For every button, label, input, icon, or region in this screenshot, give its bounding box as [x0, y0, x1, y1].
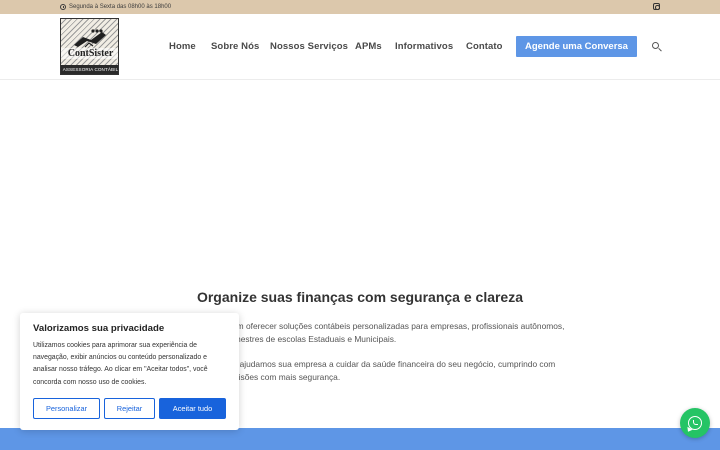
- phone-icon: [692, 420, 698, 425]
- cookie-text: Utilizamos cookies para aprimorar sua ex…: [33, 342, 208, 386]
- schedule-button[interactable]: Agende uma Conversa: [516, 36, 637, 57]
- customize-button[interactable]: Personalizar: [33, 398, 100, 419]
- nav-item-apms[interactable]: APMs: [355, 40, 382, 54]
- site-logo[interactable]: ContSister ASSESSORIA CONTÁBIL: [60, 18, 119, 75]
- nav-item-home[interactable]: Home: [169, 40, 196, 54]
- business-hours-text: Segunda à Sexta das 08h00 às 18h00: [69, 4, 172, 10]
- nav-item-informativos[interactable]: Informativos: [395, 40, 453, 54]
- section-title: Organize suas finanças com segurança e c…: [196, 289, 524, 305]
- instagram-icon[interactable]: [653, 3, 660, 10]
- clock-icon: [60, 4, 66, 10]
- top-bar: Segunda à Sexta das 08h00 às 18h00: [0, 0, 720, 14]
- site-header: ContSister ASSESSORIA CONTÁBIL Home Sobr…: [0, 14, 720, 80]
- cookie-consent-modal: Valorizamos sua privacidade Utilizamos c…: [20, 313, 239, 430]
- logo-subtitle: ASSESSORIA CONTÁBIL: [61, 65, 119, 74]
- cookie-title: Valorizamos sua privacidade: [33, 323, 165, 334]
- blue-section-band: [0, 428, 720, 450]
- accept-all-button[interactable]: Aceitar tudo: [159, 398, 226, 419]
- nav-item-contato[interactable]: Contato: [466, 40, 503, 54]
- search-icon[interactable]: [652, 42, 659, 49]
- logo-brand-text: ContSister: [61, 48, 118, 59]
- nav-item-sobre-nos[interactable]: Sobre Nós: [211, 40, 259, 54]
- whatsapp-button[interactable]: [680, 408, 710, 438]
- nav-item-servicos[interactable]: Nossos Serviços: [270, 40, 348, 54]
- business-hours: Segunda à Sexta das 08h00 às 18h00: [60, 2, 171, 12]
- reject-button[interactable]: Rejeitar: [104, 398, 155, 419]
